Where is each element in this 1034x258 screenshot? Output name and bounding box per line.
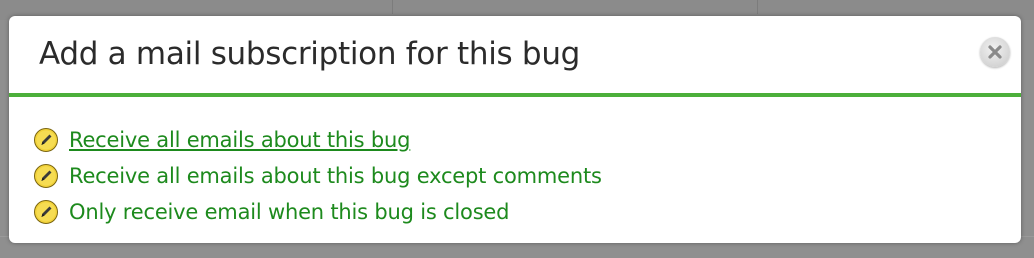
background-divider bbox=[757, 0, 758, 14]
pencil-edit-icon bbox=[34, 200, 58, 224]
subscription-dialog: Add a mail subscription for this bug Rec… bbox=[9, 16, 1021, 243]
option-label[interactable]: Only receive email when this bug is clos… bbox=[69, 200, 509, 224]
option-label[interactable]: Receive all emails about this bug except… bbox=[69, 164, 602, 188]
pencil-edit-icon bbox=[34, 128, 58, 152]
header-divider bbox=[9, 93, 1021, 97]
option-closed-only[interactable]: Only receive email when this bug is clos… bbox=[33, 194, 602, 230]
close-button[interactable] bbox=[980, 37, 1010, 67]
close-icon bbox=[988, 45, 1002, 59]
dialog-title: Add a mail subscription for this bug bbox=[39, 36, 581, 72]
subscription-options-list: Receive all emails about this bug Receiv… bbox=[33, 122, 602, 230]
option-label[interactable]: Receive all emails about this bug bbox=[69, 128, 410, 152]
background-divider bbox=[392, 0, 393, 14]
option-all-except-comments[interactable]: Receive all emails about this bug except… bbox=[33, 158, 602, 194]
option-all-emails[interactable]: Receive all emails about this bug bbox=[33, 122, 602, 158]
dialog-header: Add a mail subscription for this bug bbox=[9, 16, 1021, 93]
pencil-edit-icon bbox=[34, 164, 58, 188]
